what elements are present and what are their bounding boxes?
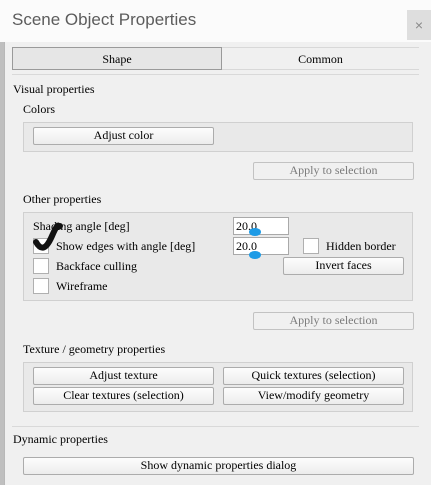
colors-apply-button[interactable]: Apply to selection bbox=[253, 162, 414, 180]
close-button[interactable]: × bbox=[407, 10, 431, 40]
other-apply-button[interactable]: Apply to selection bbox=[253, 312, 414, 330]
show-edges-checkbox[interactable] bbox=[33, 238, 49, 254]
tab-shape[interactable]: Shape bbox=[12, 47, 222, 70]
texture-geometry-heading: Texture / geometry properties bbox=[23, 342, 166, 356]
invert-faces-button[interactable]: Invert faces bbox=[283, 257, 404, 275]
hidden-border-checkbox[interactable] bbox=[303, 238, 319, 254]
show-dynamic-properties-button[interactable]: Show dynamic properties dialog bbox=[23, 457, 414, 475]
window-title: Scene Object Properties bbox=[12, 10, 197, 29]
backface-culling-checkbox[interactable] bbox=[33, 258, 49, 274]
wireframe-checkbox[interactable] bbox=[33, 278, 49, 294]
hidden-border-label: Hidden border bbox=[326, 239, 396, 253]
view-modify-geometry-button[interactable]: View/modify geometry bbox=[223, 387, 404, 405]
tab-separator bbox=[12, 74, 419, 75]
adjust-color-button[interactable]: Adjust color bbox=[33, 127, 214, 145]
other-properties-heading: Other properties bbox=[23, 192, 102, 206]
visual-properties-heading: Visual properties bbox=[13, 82, 95, 96]
backface-culling-label: Backface culling bbox=[56, 259, 137, 273]
shading-angle-label: Shading angle [deg] bbox=[33, 219, 130, 233]
show-edges-angle-input[interactable]: 20.0 bbox=[233, 237, 289, 255]
wireframe-label: Wireframe bbox=[56, 279, 108, 293]
quick-textures-button[interactable]: Quick textures (selection) bbox=[223, 367, 404, 385]
dynamic-properties-heading: Dynamic properties bbox=[13, 432, 108, 446]
shading-angle-input[interactable]: 20.0 bbox=[233, 217, 289, 235]
adjust-texture-button[interactable]: Adjust texture bbox=[33, 367, 214, 385]
colors-heading: Colors bbox=[23, 102, 56, 116]
tab-common[interactable]: Common bbox=[222, 47, 419, 70]
section-separator bbox=[12, 426, 419, 427]
show-edges-label: Show edges with angle [deg] bbox=[56, 239, 196, 253]
clear-textures-button[interactable]: Clear textures (selection) bbox=[33, 387, 214, 405]
